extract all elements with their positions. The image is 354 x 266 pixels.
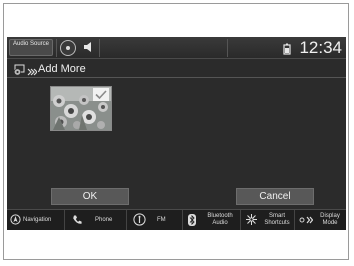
nav-item-fm[interactable]: FM bbox=[127, 210, 183, 230]
divider bbox=[227, 39, 228, 57]
display-mode-icon bbox=[299, 215, 314, 227]
audio-source-label: Audio Source bbox=[12, 41, 50, 47]
nav-label: Bluetooth Audio bbox=[207, 213, 233, 226]
nav-label: Smart Shortcuts bbox=[264, 213, 290, 226]
nav-label: Navigation bbox=[23, 217, 52, 223]
nav-item-phone[interactable]: Phone bbox=[65, 210, 127, 230]
clock: 12:34 bbox=[299, 38, 342, 57]
cancel-button-label: Cancel bbox=[259, 191, 291, 202]
volume-icon[interactable] bbox=[81, 40, 97, 56]
navigation-icon bbox=[10, 214, 21, 227]
nav-item-smart-shortcuts[interactable]: Smart Shortcuts bbox=[241, 210, 295, 230]
breadcrumb-chevron-icon bbox=[27, 64, 38, 76]
nav-item-display-mode[interactable]: Display Mode bbox=[295, 210, 346, 230]
bluetooth-icon bbox=[188, 214, 196, 228]
selected-checkmark-icon bbox=[93, 88, 109, 101]
nav-item-bluetooth-audio[interactable]: Bluetooth Audio bbox=[183, 210, 241, 230]
phone-battery-icon bbox=[283, 42, 291, 55]
audio-source-button[interactable]: Audio Source bbox=[9, 39, 53, 56]
smart-shortcuts-icon bbox=[245, 213, 258, 228]
page-title: Add More bbox=[38, 63, 86, 75]
ok-button[interactable]: OK bbox=[51, 188, 129, 205]
bottom-nav-bar: Navigation Phone FM Bluetooth Audio Smar… bbox=[7, 209, 346, 230]
status-bar: Audio Source 12:34 bbox=[7, 37, 346, 59]
cancel-button[interactable]: Cancel bbox=[236, 188, 314, 205]
nav-label: Phone bbox=[95, 217, 113, 223]
title-bar: Add More bbox=[7, 60, 346, 78]
ok-button-label: OK bbox=[82, 191, 98, 202]
nav-label: Display Mode bbox=[320, 213, 340, 226]
divider bbox=[56, 39, 57, 57]
disc-icon[interactable] bbox=[60, 40, 76, 56]
wallpaper-settings-icon bbox=[13, 63, 25, 76]
radio-icon bbox=[133, 213, 146, 228]
infotainment-screen: Audio Source 12:34 Add More OK Cancel Na… bbox=[7, 37, 346, 230]
nav-label: FM bbox=[157, 217, 166, 223]
nav-item-navigation[interactable]: Navigation bbox=[7, 210, 65, 230]
divider bbox=[99, 39, 100, 57]
wallpaper-thumbnail[interactable] bbox=[50, 86, 112, 131]
phone-icon bbox=[72, 214, 83, 227]
